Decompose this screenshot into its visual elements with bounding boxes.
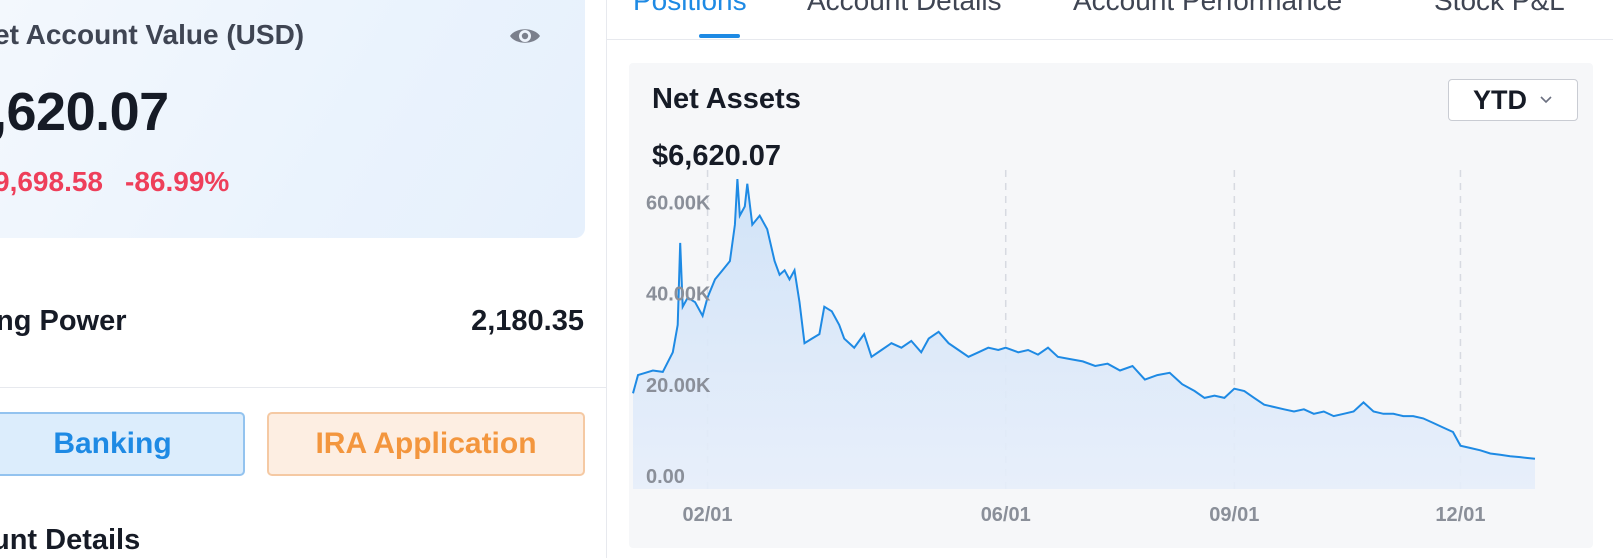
y-tick-label-0: 0.00: [646, 466, 685, 488]
app-root: et Account Value (USD) ,620.07 9,698.58-…: [0, 0, 1613, 558]
tab-stock-pl[interactable]: Stock P&L: [1434, 0, 1565, 17]
change-percent: -86.99%: [125, 166, 230, 197]
y-tick-label-3: 60.00K: [646, 193, 711, 215]
buying-power-label: ng Power: [0, 305, 127, 337]
x-tick-label-2: 09/01: [1209, 504, 1259, 526]
net-assets-chart: 0.00 20.00K 40.00K 60.00K 02/01 06/01 09/01 12…: [632, 170, 1536, 526]
change-amount: 9,698.58: [0, 166, 103, 197]
panel-divider: [606, 0, 607, 558]
eye-icon[interactable]: [508, 24, 542, 48]
period-select-label: YTD: [1473, 84, 1527, 115]
period-select[interactable]: YTD: [1448, 79, 1578, 121]
x-tick-label-3: 12/01: [1435, 504, 1485, 526]
banking-button[interactable]: Banking: [0, 412, 245, 476]
net-account-value: ,620.07: [0, 82, 169, 142]
active-tab-indicator: [699, 34, 740, 38]
account-details-title: unt Details: [0, 524, 141, 556]
tab-bar-border: [606, 39, 1613, 40]
tab-account-details[interactable]: Account Details: [807, 0, 1002, 17]
x-tick-label-1: 06/01: [981, 504, 1031, 526]
chart-title: Net Assets: [652, 83, 801, 115]
tab-account-performance[interactable]: Account Performance: [1073, 0, 1342, 17]
y-tick-label-2: 40.00K: [646, 284, 711, 306]
net-assets-area: [633, 179, 1535, 489]
account-summary-panel: et Account Value (USD) ,620.07 9,698.58-…: [0, 0, 606, 558]
chevron-down-icon: [1540, 96, 1552, 104]
tab-positions[interactable]: Positions: [633, 0, 747, 17]
tab-bar: Positions Account Details Account Perfor…: [606, 0, 1613, 40]
y-tick-label-1: 20.00K: [646, 375, 711, 397]
x-tick-label-0: 02/01: [683, 504, 733, 526]
ira-application-button[interactable]: IRA Application: [267, 412, 585, 476]
net-account-value-title: et Account Value (USD): [0, 19, 305, 50]
net-value-change: 9,698.58 -86.99%: [0, 166, 229, 198]
buying-power-value: 2,180.35: [471, 305, 584, 337]
section-divider: [0, 387, 606, 388]
